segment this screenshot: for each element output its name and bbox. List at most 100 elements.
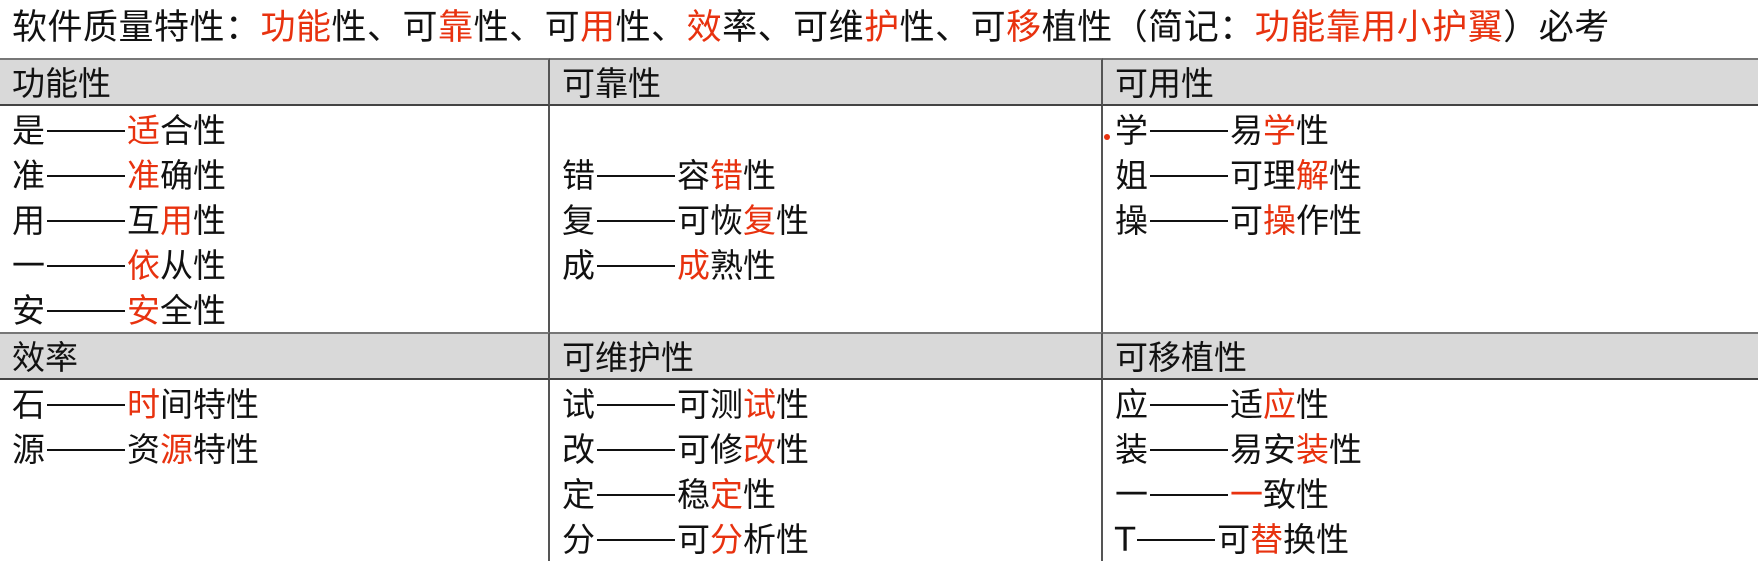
- dash-separator: [47, 174, 125, 177]
- mnemonic-key: 应: [1115, 385, 1148, 424]
- list-item: 复可恢复性: [562, 198, 1101, 243]
- mnemonic-key: 分: [562, 520, 595, 559]
- header-efficiency: 效率: [0, 332, 550, 380]
- term-highlight: 时: [127, 385, 160, 424]
- quality-characteristics-table: 功能性 可靠性 可用性 是适合性准准确性用互用性一依从性安安全性 错容错性复可恢…: [0, 58, 1758, 561]
- mnemonic-key: 定: [562, 475, 595, 514]
- term-highlight: 源: [160, 430, 193, 469]
- title-highlight: 用: [580, 8, 616, 48]
- dash-separator: [597, 448, 675, 451]
- list-item: 试可测试性: [562, 382, 1101, 427]
- header-portability: 可移植性: [1103, 332, 1758, 380]
- list-item: 错容错性: [562, 153, 1101, 198]
- list-item: 用互用性: [12, 198, 548, 243]
- header-reliability: 可靠性: [550, 58, 1103, 106]
- dash-separator: [597, 538, 675, 541]
- term-text: 易: [1230, 111, 1263, 150]
- mnemonic-key: 姐: [1115, 156, 1148, 195]
- list-item: 操可操作性: [1115, 198, 1758, 243]
- cell-efficiency: 石 时间特性源资源特性: [0, 380, 550, 561]
- dash-separator: [597, 493, 675, 496]
- title-highlight: 功能靠用小护翼: [1254, 8, 1504, 48]
- mnemonic-key: 试: [562, 385, 595, 424]
- term-text: 互: [127, 201, 160, 240]
- term-text: 可: [1230, 201, 1263, 240]
- mnemonic-key: 是: [12, 111, 45, 150]
- title-highlight: 移: [1006, 8, 1042, 48]
- term-highlight: 复: [743, 201, 776, 240]
- cell-maintainability: 试可测试性改可修改性定稳定性分可分析性: [550, 380, 1103, 561]
- mnemonic-key: 一: [1115, 475, 1148, 514]
- term-text: 可理: [1230, 156, 1296, 195]
- title-text: 植性（简记：: [1041, 8, 1255, 48]
- list-item: 石 时间特性: [12, 382, 548, 427]
- term-text: 性: [1296, 385, 1329, 424]
- title-highlight: 靠: [438, 8, 474, 48]
- term-text: 性: [1329, 430, 1362, 469]
- term-text: 特性: [193, 430, 259, 469]
- dash-separator: [597, 264, 675, 267]
- list-item: 源资源特性: [12, 427, 548, 472]
- term-highlight: 解: [1296, 156, 1329, 195]
- dash-separator: [1150, 448, 1228, 451]
- dash-separator: [1137, 538, 1216, 541]
- term-text: 作性: [1296, 201, 1362, 240]
- list-item: 成成熟性: [562, 243, 1101, 288]
- term-highlight: 替: [1250, 520, 1284, 559]
- term-text: 可: [1217, 520, 1251, 559]
- list-item: 一一致性: [1115, 472, 1758, 517]
- cursor-dot: [1104, 134, 1110, 140]
- term-text: 确性: [160, 156, 226, 195]
- term-text: 性: [1296, 111, 1329, 150]
- cell-reliability: 错容错性复可恢复性成成熟性: [550, 106, 1103, 332]
- dash-separator: [47, 448, 125, 451]
- term-text: 致性: [1263, 475, 1329, 514]
- term-text: 析性: [743, 520, 809, 559]
- mnemonic-key: 用: [12, 201, 45, 240]
- list-item: 分可分析性: [562, 517, 1101, 561]
- term-highlight: 分: [710, 520, 743, 559]
- term-text: 性: [776, 430, 809, 469]
- mnemonic-key: 改: [562, 430, 595, 469]
- term-highlight: 装: [1296, 430, 1329, 469]
- list-item: 一 依从性: [12, 243, 548, 288]
- mnemonic-key: 装: [1115, 430, 1148, 469]
- term-highlight: 用: [160, 201, 193, 240]
- title-highlight: 效: [686, 8, 723, 48]
- term-highlight: 安: [127, 291, 160, 330]
- title-prefix: 软件质量特性：: [12, 8, 261, 48]
- term-text: 性: [776, 385, 809, 424]
- term-text: 可测: [677, 385, 743, 424]
- term-highlight: 改: [743, 430, 776, 469]
- term-highlight: 操: [1263, 201, 1296, 240]
- header-functionality: 功能性: [0, 58, 550, 106]
- term-text: 可修: [677, 430, 743, 469]
- mnemonic-key: 学: [1115, 111, 1148, 150]
- term-highlight: 成: [677, 246, 710, 285]
- title-text: 率、可维: [722, 8, 865, 48]
- list-item: 改可修改性: [562, 427, 1101, 472]
- mnemonic-key: 安: [12, 291, 45, 330]
- mnemonic-key: 石: [12, 385, 45, 424]
- term-highlight: 应: [1263, 385, 1296, 424]
- term-text: 熟性: [710, 246, 776, 285]
- title-highlight: 功能: [260, 8, 332, 48]
- title-text: 性、可: [473, 8, 581, 48]
- dash-separator: [47, 264, 125, 267]
- term-text: 易安: [1230, 430, 1296, 469]
- header-maintainability: 可维护性: [550, 332, 1103, 380]
- term-text: 可恢: [677, 201, 743, 240]
- term-text: 性: [743, 475, 776, 514]
- dash-separator: [1150, 403, 1228, 406]
- list-item: 安安全性: [12, 288, 548, 332]
- list-item: 应适应性: [1115, 382, 1758, 427]
- mnemonic-key: 成: [562, 246, 595, 285]
- cell-functionality: 是适合性准准确性用互用性一依从性安安全性: [0, 106, 550, 332]
- dash-separator: [47, 219, 125, 222]
- list-item: 装易安装性: [1115, 427, 1758, 472]
- list-item: 是 适合性: [12, 108, 548, 153]
- term-text: 性: [743, 156, 776, 195]
- term-text: 资: [127, 430, 160, 469]
- mnemonic-key: 复: [562, 201, 595, 240]
- term-text: 间特性: [160, 385, 259, 424]
